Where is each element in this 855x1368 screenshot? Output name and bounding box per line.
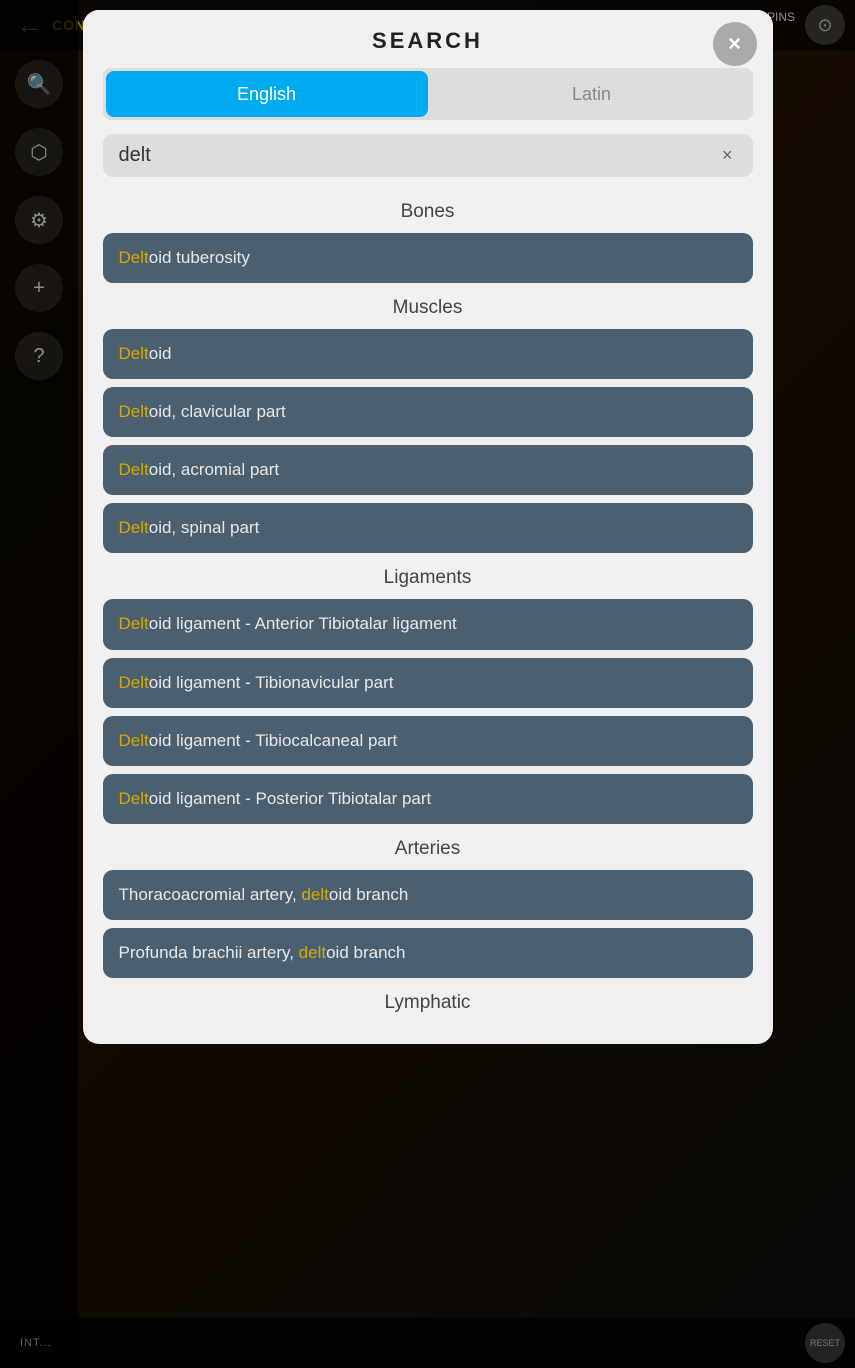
modal-title: SEARCH <box>372 28 483 54</box>
tab-latin[interactable]: Latin <box>431 68 753 120</box>
result-profunda-brachii[interactable]: Profunda brachii artery, deltoid branch <box>103 928 753 978</box>
result-deltoid-acromial[interactable]: Deltoid, acromial part <box>103 445 753 495</box>
section-header-bones: Bones <box>103 201 753 223</box>
tab-english[interactable]: English <box>106 71 428 117</box>
modal-header: SEARCH × <box>83 10 773 68</box>
result-deltoid-tuberosity[interactable]: Deltoid tuberosity <box>103 233 753 283</box>
result-deltoid-spinal[interactable]: Deltoid, spinal part <box>103 503 753 553</box>
language-tabs: English Latin <box>103 68 753 120</box>
result-deltoid-lig-post[interactable]: Deltoid ligament - Posterior Tibiotalar … <box>103 774 753 824</box>
search-modal: SEARCH × English Latin delt × Bones Delt… <box>83 10 773 1044</box>
section-header-lymphatic: Lymphatic <box>103 992 753 1014</box>
results-container[interactable]: Bones Deltoid tuberosity Muscles Deltoid… <box>83 187 773 1044</box>
section-header-arteries: Arteries <box>103 838 753 860</box>
result-deltoid-clavicular[interactable]: Deltoid, clavicular part <box>103 387 753 437</box>
section-header-ligaments: Ligaments <box>103 567 753 589</box>
result-thoracoacromial[interactable]: Thoracoacromial artery, deltoid branch <box>103 870 753 920</box>
modal-overlay: SEARCH × English Latin delt × Bones Delt… <box>0 0 855 1368</box>
result-deltoid-lig-tib[interactable]: Deltoid ligament - Tibionavicular part <box>103 658 753 708</box>
search-input-container[interactable]: delt × <box>103 134 753 177</box>
result-deltoid[interactable]: Deltoid <box>103 329 753 379</box>
result-deltoid-lig-ant[interactable]: Deltoid ligament - Anterior Tibiotalar l… <box>103 599 753 649</box>
close-button[interactable]: × <box>713 22 757 66</box>
section-header-muscles: Muscles <box>103 297 753 319</box>
search-input[interactable]: delt <box>119 144 718 167</box>
result-deltoid-lig-calc[interactable]: Deltoid ligament - Tibiocalcaneal part <box>103 716 753 766</box>
clear-search-button[interactable]: × <box>718 145 737 166</box>
